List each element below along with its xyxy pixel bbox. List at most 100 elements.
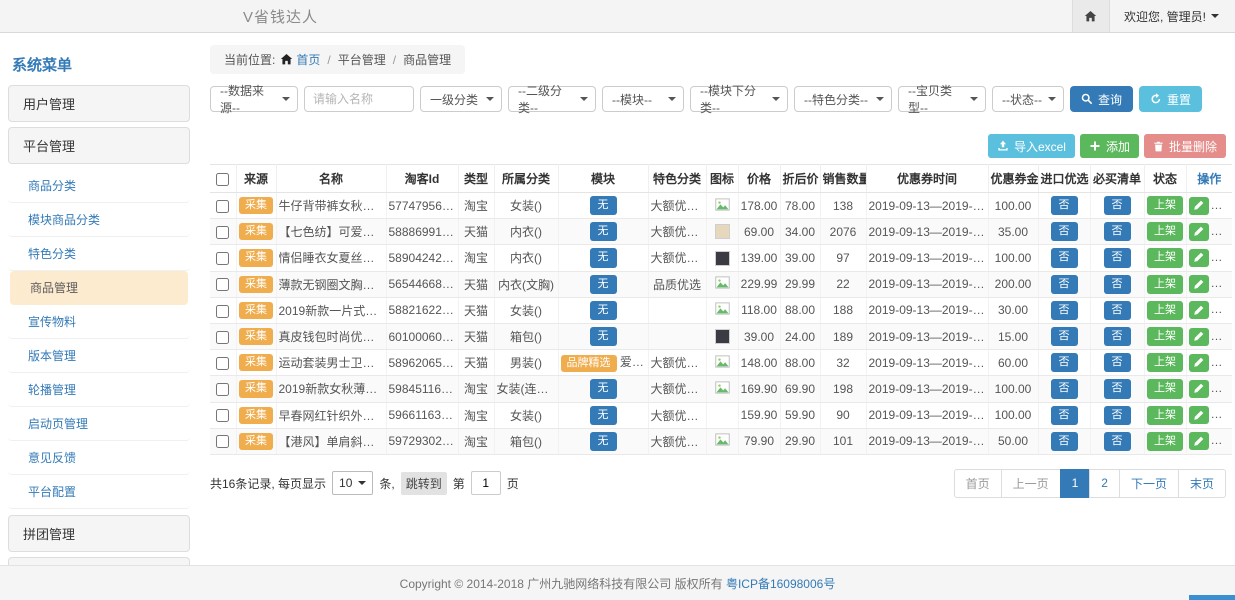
page-button-首页[interactable]: 首页: [954, 469, 1002, 498]
must-buy-toggle[interactable]: 否: [1104, 379, 1131, 398]
module-none-badge[interactable]: 无: [590, 222, 617, 241]
filter-select-宝贝类型[interactable]: --宝贝类型--: [898, 86, 986, 112]
must-buy-toggle[interactable]: 否: [1104, 248, 1131, 267]
filter-select-状态[interactable]: --状态--: [992, 86, 1064, 112]
status-toggle[interactable]: 上架: [1147, 432, 1183, 451]
page-button-下一页[interactable]: 下一页: [1119, 469, 1179, 498]
sidebar-item-平台管理[interactable]: 平台管理: [8, 127, 190, 164]
sidebar-subitem-版本管理[interactable]: 版本管理: [8, 339, 190, 373]
import-excel-button[interactable]: 导入excel: [988, 134, 1075, 158]
filter-select-模块[interactable]: --模块--: [602, 86, 684, 112]
sidebar-subitem-商品分类[interactable]: 商品分类: [8, 169, 190, 203]
edit-button[interactable]: [1189, 432, 1209, 450]
status-toggle[interactable]: 上架: [1147, 275, 1183, 294]
must-buy-toggle[interactable]: 否: [1104, 406, 1131, 425]
row-checkbox[interactable]: [216, 357, 229, 370]
sidebar-subitem-轮播管理[interactable]: 轮播管理: [8, 373, 190, 407]
edit-button[interactable]: [1189, 301, 1209, 319]
status-toggle[interactable]: 上架: [1147, 353, 1183, 372]
jump-button[interactable]: 跳转到: [401, 472, 447, 495]
import-select-toggle[interactable]: 否: [1051, 196, 1078, 215]
edit-button[interactable]: [1189, 249, 1209, 267]
must-buy-toggle[interactable]: 否: [1104, 275, 1131, 294]
row-checkbox[interactable]: [216, 305, 229, 318]
batch-delete-button[interactable]: 批量删除: [1144, 134, 1226, 158]
import-select-toggle[interactable]: 否: [1051, 275, 1078, 294]
per-page-select[interactable]: 10: [332, 471, 373, 495]
import-select-toggle[interactable]: 否: [1051, 353, 1078, 372]
status-toggle[interactable]: 上架: [1147, 248, 1183, 267]
sidebar-subitem-特色分类[interactable]: 特色分类: [8, 237, 190, 271]
edit-button[interactable]: [1189, 223, 1209, 241]
module-none-badge[interactable]: 无: [590, 406, 617, 425]
edit-button[interactable]: [1189, 328, 1209, 346]
row-checkbox[interactable]: [216, 331, 229, 344]
must-buy-toggle[interactable]: 否: [1104, 327, 1131, 346]
edit-button[interactable]: [1189, 275, 1209, 293]
sidebar-subitem-商品管理[interactable]: 商品管理: [10, 271, 188, 305]
edit-button[interactable]: [1189, 380, 1209, 398]
sidebar-subitem-意见反馈[interactable]: 意见反馈: [8, 441, 190, 475]
icp-link[interactable]: 粤ICP备16098006号: [726, 575, 835, 592]
row-checkbox[interactable]: [216, 200, 229, 213]
status-toggle[interactable]: 上架: [1147, 379, 1183, 398]
must-buy-toggle[interactable]: 否: [1104, 432, 1131, 451]
page-button-1[interactable]: 1: [1060, 469, 1091, 498]
import-select-toggle[interactable]: 否: [1051, 432, 1078, 451]
row-checkbox[interactable]: [216, 226, 229, 239]
add-button[interactable]: 添加: [1080, 134, 1139, 158]
user-menu[interactable]: 欢迎您, 管理员!: [1110, 8, 1235, 25]
edit-button[interactable]: [1189, 197, 1209, 215]
module-none-badge[interactable]: 无: [590, 379, 617, 398]
row-checkbox[interactable]: [216, 409, 229, 422]
module-none-badge[interactable]: 无: [590, 327, 617, 346]
jump-page-input[interactable]: [471, 471, 501, 495]
sidebar-item-省惠快报[interactable]: 省惠快报: [8, 557, 190, 565]
status-toggle[interactable]: 上架: [1147, 406, 1183, 425]
filter-select-数据来源[interactable]: --数据来源--: [210, 86, 298, 112]
select-all-checkbox[interactable]: [216, 173, 229, 186]
module-none-badge[interactable]: 无: [590, 432, 617, 451]
must-buy-toggle[interactable]: 否: [1104, 196, 1131, 215]
import-select-toggle[interactable]: 否: [1051, 327, 1078, 346]
filter-select-特色分类[interactable]: --特色分类--: [794, 86, 892, 112]
row-checkbox[interactable]: [216, 435, 229, 448]
status-toggle[interactable]: 上架: [1147, 301, 1183, 320]
import-select-toggle[interactable]: 否: [1051, 406, 1078, 425]
sidebar-subitem-模块商品分类[interactable]: 模块商品分类: [8, 203, 190, 237]
module-none-badge[interactable]: 无: [590, 301, 617, 320]
breadcrumb-home-link[interactable]: 首页: [280, 51, 320, 68]
name-search-input[interactable]: [304, 86, 414, 112]
sidebar-subitem-宣传物料[interactable]: 宣传物料: [8, 305, 190, 339]
status-toggle[interactable]: 上架: [1147, 222, 1183, 241]
sidebar-subitem-启动页管理[interactable]: 启动页管理: [8, 407, 190, 441]
home-button[interactable]: [1072, 0, 1110, 32]
page-button-上一页[interactable]: 上一页: [1001, 469, 1061, 498]
import-select-toggle[interactable]: 否: [1051, 222, 1078, 241]
row-checkbox[interactable]: [216, 383, 229, 396]
sidebar-item-用户管理[interactable]: 用户管理: [8, 85, 190, 122]
import-select-toggle[interactable]: 否: [1051, 301, 1078, 320]
filter-select-二级分类[interactable]: --二级分类--: [508, 86, 596, 112]
filter-select-模块下分类[interactable]: --模块下分类--: [690, 86, 788, 112]
page-button-末页[interactable]: 末页: [1178, 469, 1226, 498]
edit-button[interactable]: [1189, 406, 1209, 424]
module-none-badge[interactable]: 无: [590, 248, 617, 267]
module-none-badge[interactable]: 无: [590, 275, 617, 294]
row-checkbox[interactable]: [216, 252, 229, 265]
must-buy-toggle[interactable]: 否: [1104, 301, 1131, 320]
status-toggle[interactable]: 上架: [1147, 196, 1183, 215]
filter-select-一级分类[interactable]: 一级分类: [420, 86, 502, 112]
edit-button[interactable]: [1189, 354, 1209, 372]
sidebar-subitem-平台配置[interactable]: 平台配置: [8, 475, 190, 509]
reset-button[interactable]: 重置: [1139, 86, 1202, 112]
module-none-badge[interactable]: 无: [590, 196, 617, 215]
row-checkbox[interactable]: [216, 278, 229, 291]
status-toggle[interactable]: 上架: [1147, 327, 1183, 346]
must-buy-toggle[interactable]: 否: [1104, 222, 1131, 241]
sidebar-item-拼团管理[interactable]: 拼团管理: [8, 515, 190, 552]
page-button-2[interactable]: 2: [1089, 469, 1120, 498]
search-button[interactable]: 查询: [1070, 86, 1133, 112]
import-select-toggle[interactable]: 否: [1051, 379, 1078, 398]
import-select-toggle[interactable]: 否: [1051, 248, 1078, 267]
